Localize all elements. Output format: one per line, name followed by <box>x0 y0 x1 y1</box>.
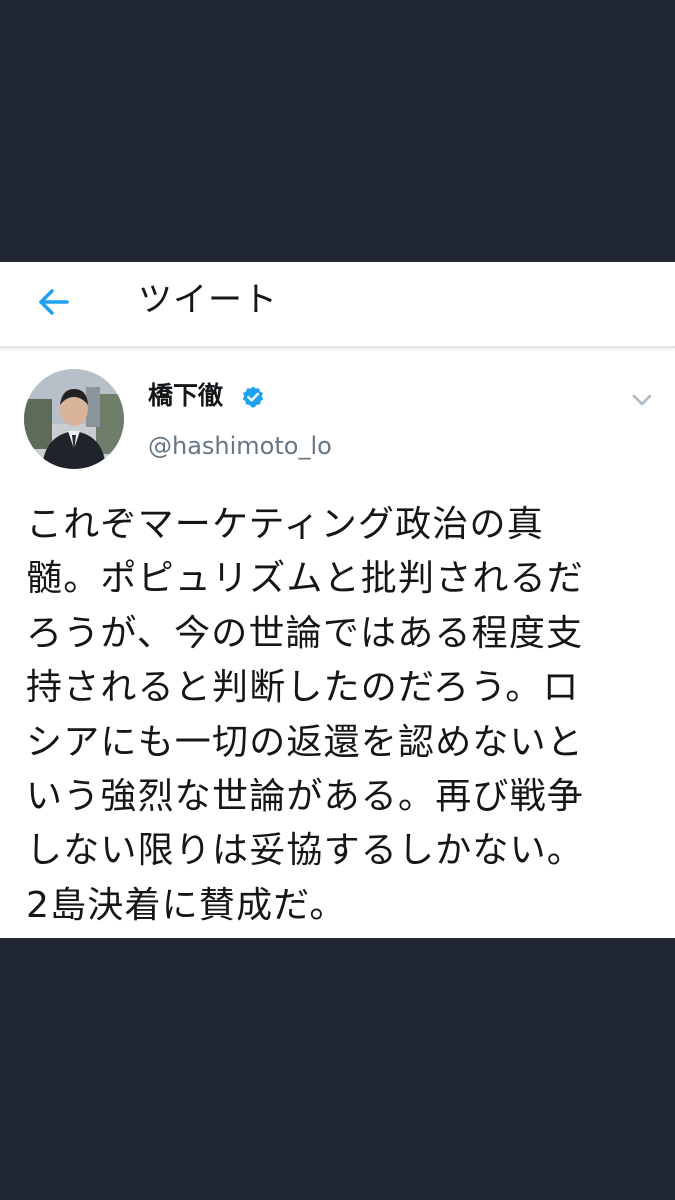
profile-photo-icon <box>24 369 124 469</box>
back-button[interactable] <box>32 280 76 324</box>
verified-badge-icon <box>241 385 265 409</box>
author-name[interactable]: 橋下徹 <box>148 380 223 412</box>
page-title: ツイート <box>138 280 278 320</box>
avatar[interactable] <box>24 369 124 469</box>
top-bar: ツイート <box>0 262 675 348</box>
tweet-screen: ツイート 橋下徹 @hashimoto_lo これぞマーケティング政治の真 髄。… <box>0 262 675 938</box>
chevron-down-icon <box>632 394 652 406</box>
author-handle[interactable]: @hashimoto_lo <box>148 430 332 462</box>
tweet-text: これぞマーケティング政治の真 髄。ポピュリズムと批判されるだ ろうが、今の世論で… <box>26 504 585 926</box>
arrow-left-icon <box>39 289 69 315</box>
tweet-menu-button[interactable] <box>627 385 657 415</box>
